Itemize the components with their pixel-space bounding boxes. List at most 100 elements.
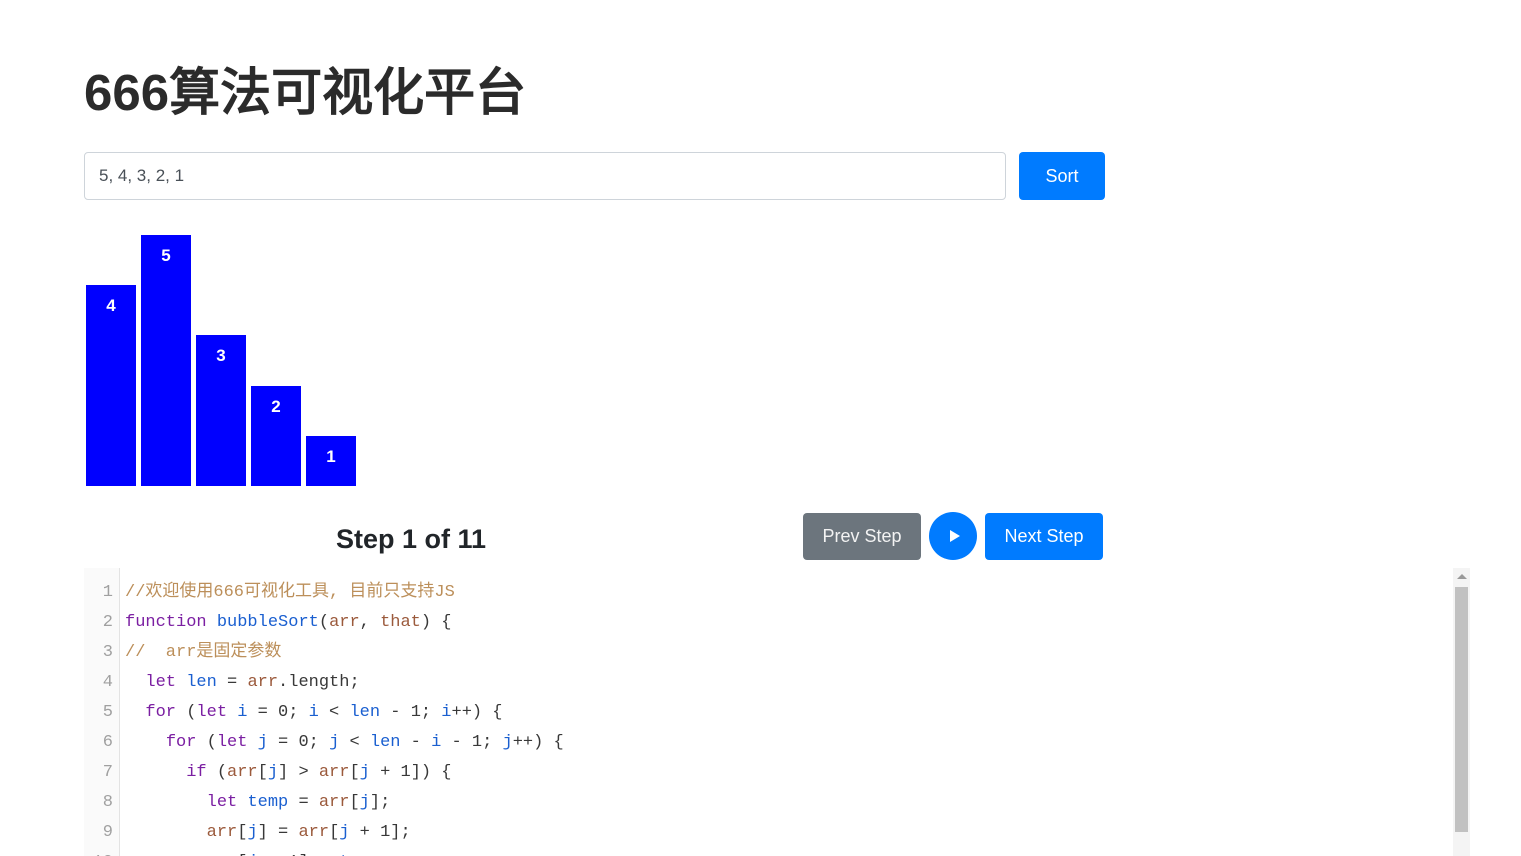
code-token: let	[216, 733, 248, 752]
code-token: 1	[471, 733, 483, 752]
code-editor[interactable]: 12345678910 //欢迎使用666可视化工具, 目前只支持JSfunct…	[84, 568, 1521, 856]
array-input-row: Sort	[84, 152, 1105, 200]
code-token: -	[441, 733, 472, 752]
line-number-4: 4	[102, 673, 113, 692]
code-line-10: arr[j + 1] = temp;	[125, 848, 1521, 856]
code-token: [	[349, 763, 360, 782]
prev-step-button[interactable]: Prev Step	[803, 512, 921, 560]
code-token: (	[206, 763, 228, 782]
code-token: ;	[420, 703, 442, 722]
code-line-1: //欢迎使用666可视化工具, 目前只支持JS	[125, 578, 1521, 608]
array-input[interactable]	[84, 152, 1006, 200]
code-token: ;	[308, 733, 330, 752]
code-token: ] =	[257, 823, 299, 842]
code-token: i	[237, 703, 248, 722]
code-token: if	[186, 763, 207, 782]
code-token: 1	[380, 823, 391, 842]
code-token: [	[349, 793, 360, 812]
code-token: j	[267, 763, 279, 782]
code-token: ,	[359, 613, 381, 632]
code-token: j	[257, 733, 268, 752]
code-token: <	[318, 703, 350, 722]
line-number-9: 9	[102, 823, 113, 842]
code-token: ];	[390, 823, 411, 842]
code-token: =	[267, 733, 299, 752]
code-line-6: for (let j = 0; j < len - i - 1; j++) {	[125, 728, 1521, 758]
scrollbar-up-button[interactable]	[1453, 568, 1470, 585]
code-token: ++) {	[512, 733, 564, 752]
code-token: len	[369, 733, 401, 752]
code-token: temp	[247, 793, 289, 812]
code-token: (	[176, 703, 197, 722]
code-line-7: if (arr[j] > arr[j + 1]) {	[125, 758, 1521, 788]
bar-label: 1	[326, 446, 336, 466]
code-token: =	[288, 793, 319, 812]
bar-0: 4	[86, 285, 136, 486]
code-token: j	[359, 793, 370, 812]
code-line-9: arr[j] = arr[j + 1];	[125, 818, 1521, 848]
code-token: arr	[298, 823, 330, 842]
bar-label: 5	[161, 246, 171, 265]
code-token: +	[349, 823, 381, 842]
code-token: arr	[227, 763, 258, 782]
code-token: =	[247, 703, 279, 722]
next-step-button[interactable]: Next Step	[985, 512, 1103, 560]
code-token: arr	[206, 823, 238, 842]
sort-button[interactable]: Sort	[1019, 152, 1105, 200]
play-icon	[949, 530, 960, 542]
code-line-8: let temp = arr[j];	[125, 788, 1521, 818]
page-title: 666算法可视化平台	[84, 64, 527, 122]
code-token: let	[145, 673, 177, 692]
code-token: function	[125, 613, 207, 632]
bar-label: 4	[106, 296, 116, 316]
code-token: arr	[318, 793, 350, 812]
line-number-2: 2	[102, 613, 113, 632]
code-token: for	[165, 733, 197, 752]
bar-4: 1	[306, 435, 356, 486]
editor-scrollbar[interactable]	[1453, 568, 1470, 856]
code-token: bubbleSort	[216, 613, 319, 632]
code-token: <	[339, 733, 370, 752]
code-token: that	[380, 613, 421, 632]
play-button[interactable]	[929, 512, 977, 560]
code-token: j	[359, 763, 370, 782]
line-number-3: 3	[102, 643, 113, 662]
code-token: 0	[298, 733, 309, 752]
bar-label: 3	[216, 346, 226, 366]
code-token: let	[206, 793, 238, 812]
bar-3: 2	[251, 385, 301, 486]
bars-container: 4 5 3 2 1	[86, 230, 486, 486]
code-token: arr	[329, 613, 360, 632]
scrollbar-thumb[interactable]	[1455, 587, 1468, 832]
code-token: (	[196, 733, 217, 752]
code-line-2: function bubbleSort(arr, that) {	[125, 608, 1521, 638]
bar-visualization: 4 5 3 2 1	[86, 228, 486, 486]
code-token: len	[186, 673, 217, 692]
editor-code-content[interactable]: //欢迎使用666可视化工具, 目前只支持JS function bubbleSo…	[120, 568, 1521, 856]
editor-line-numbers: 1 2 3 4 5 6 7 8 9 10	[84, 568, 120, 856]
bar-1: 5	[141, 235, 191, 486]
code-token: ) {	[420, 613, 452, 632]
code-token: i	[308, 703, 319, 722]
bar-2: 3	[196, 335, 246, 486]
code-token: j	[329, 733, 340, 752]
code-token: arr	[247, 673, 279, 692]
code-token: ++) {	[451, 703, 503, 722]
code-token: i	[431, 733, 442, 752]
code-token: // arr是固定参数	[125, 643, 282, 662]
code-token: j	[247, 823, 258, 842]
code-token: ]) {	[410, 763, 452, 782]
step-counter: Step 1 of 11	[336, 524, 487, 554]
code-token: [	[257, 763, 268, 782]
code-line-5: for (let i = 0; i < len - 1; i++) {	[125, 698, 1521, 728]
app-root: 666算法可视化平台 Sort 4 5 3 2 1 Step 1 of 11 Prev …	[0, 0, 1521, 856]
